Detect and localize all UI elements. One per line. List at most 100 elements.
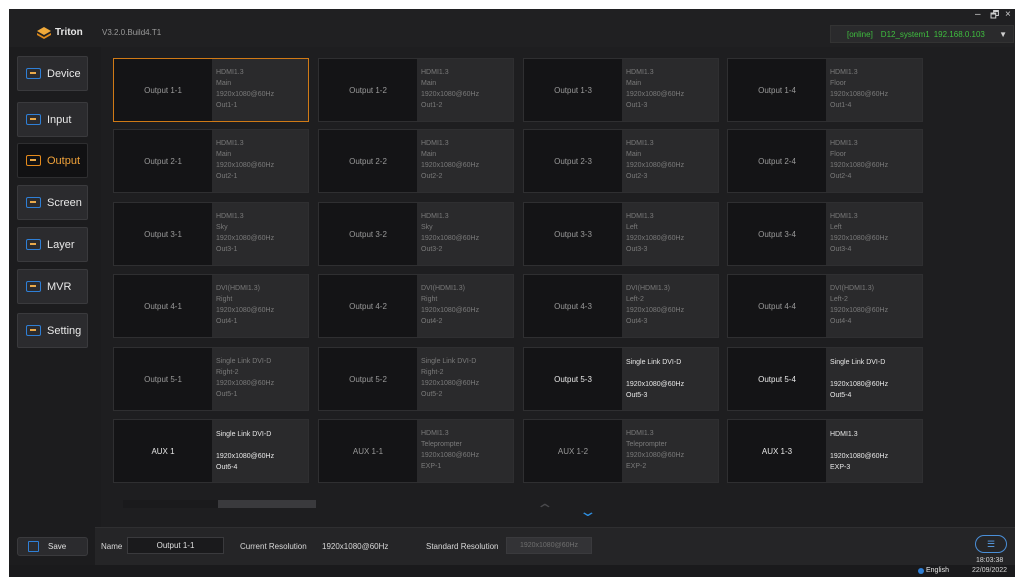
output-card[interactable]: AUX 1-1 HDMI1.3 Teleprompter 1920x1080@60Hz…: [318, 419, 514, 483]
triton-logo-icon: [37, 27, 51, 39]
output-card[interactable]: Output 2-3 HDMI1.3 Main 1920x1080@60Hz Out2-…: [523, 129, 719, 193]
status-bar: English 18:03:38 22/09/2022: [9, 557, 1015, 577]
sidebar-item-mvr[interactable]: MVR: [17, 269, 88, 304]
output-info-line: 1920x1080@60Hz: [830, 91, 889, 98]
output-info-line: HDMI1.3: [626, 213, 654, 220]
scrollbar-thumb[interactable]: [123, 500, 218, 508]
output-info-line: Main: [216, 80, 232, 87]
chevron-down-icon[interactable]: ⌄: [578, 503, 597, 520]
output-card[interactable]: Output 3-3 HDMI1.3 Left 1920x1080@60Hz Out3-…: [523, 202, 719, 266]
output-card[interactable]: Output 1-2 HDMI1.3 Main 1920x1080@60Hz Out1-…: [318, 58, 514, 122]
sidebar-item-output[interactable]: Output: [17, 143, 88, 178]
output-card[interactable]: Output 2-4 HDMI1.3 Floor 1920x1080@60Hz Out2…: [727, 129, 923, 193]
output-name: Output 3-3: [524, 203, 622, 265]
language-selector[interactable]: English: [926, 567, 949, 574]
output-info-line: HDMI1.3: [626, 430, 654, 437]
output-info-line: 1920x1080@60Hz: [216, 380, 275, 387]
device-ip: 192.168.0.103: [933, 29, 985, 39]
chevron-down-icon[interactable]: ▼: [999, 30, 1007, 39]
output-card[interactable]: Output 3-2 HDMI1.3 Sky 1920x1080@60Hz Out3-2: [318, 202, 514, 266]
output-info-line: Main: [626, 151, 642, 158]
sidebar-item-label: Setting: [47, 324, 82, 337]
output-info-line: 1920x1080@60Hz: [421, 380, 480, 387]
horizontal-scrollbar[interactable]: [123, 500, 316, 508]
output-card[interactable]: Output 5-4 Single Link DVI-D 1920x1080@60H…: [727, 347, 923, 411]
output-name: AUX 1-2: [524, 420, 622, 482]
output-info-line: Main: [421, 151, 437, 158]
output-info-line: Right: [421, 296, 438, 303]
output-info-line: HDMI1.3: [216, 213, 244, 220]
current-resolution-label: Current Resolution: [240, 542, 307, 551]
output-info-line: HDMI1.3: [216, 69, 244, 76]
output-info-line: Out2-4: [830, 173, 852, 180]
sidebar-item-input[interactable]: Input: [17, 102, 88, 137]
minimize-button[interactable]: –: [975, 9, 981, 20]
name-label: Name: [101, 542, 123, 551]
output-info-line: 1920x1080@60Hz: [421, 162, 480, 169]
current-resolution-value: 1920x1080@60Hz: [322, 542, 389, 551]
output-info-line: HDMI1.3: [830, 431, 858, 438]
output-info-line: Floor: [830, 80, 846, 87]
output-card[interactable]: Output 3-4 HDMI1.3 Left 1920x1080@60Hz Out3-…: [727, 202, 923, 266]
output-card[interactable]: Output 1-1 HDMI1.3 Main 1920x1080@60Hz Out1-…: [113, 58, 309, 122]
sidebar-item-label: MVR: [47, 280, 72, 293]
sidebar-item-layer[interactable]: Layer: [17, 227, 88, 262]
output-card[interactable]: Output 5-1 Single Link DVI-D Right-2 1920x1…: [113, 347, 309, 411]
sidebar-item-screen[interactable]: Screen: [17, 185, 88, 220]
output-info-line: DVI(HDMI1.3): [421, 285, 465, 292]
output-card[interactable]: Output 4-2 DVI(HDMI1.3) Right 1920x1080@60H…: [318, 274, 514, 338]
chevron-up-icon[interactable]: ⌃: [535, 501, 554, 518]
output-info-line: Single Link DVI-D: [216, 431, 272, 438]
device-selector[interactable]: [online] D12_system1 192.168.0.103 ▼: [830, 25, 1014, 43]
output-card[interactable]: Output 4-1 DVI(HDMI1.3) Right 1920x1080@60H…: [113, 274, 309, 338]
output-card[interactable]: AUX 1-3 HDMI1.3 1920x1080@60Hz EXP-3: [727, 419, 923, 483]
save-button[interactable]: Save: [17, 537, 88, 556]
output-card[interactable]: Output 2-1 HDMI1.3 Main 1920x1080@60Hz Out2-…: [113, 129, 309, 193]
output-info-line: Out1-2: [421, 102, 443, 109]
output-info-line: Right: [216, 296, 233, 303]
output-card[interactable]: Output 1-4 HDMI1.3 Floor 1920x1080@60Hz Out1…: [727, 58, 923, 122]
output-info-line: 1920x1080@60Hz: [421, 307, 480, 314]
output-info: HDMI1.3 Main 1920x1080@60Hz Out1-2: [421, 67, 479, 111]
output-card[interactable]: AUX 1-2 HDMI1.3 Teleprompter 1920x1080@60Hz…: [523, 419, 719, 483]
output-name: Output 1-2: [319, 59, 417, 121]
output-info: HDMI1.3 Main 1920x1080@60Hz Out1-3: [626, 67, 684, 111]
online-status: [online]: [847, 29, 873, 39]
name-input[interactable]: [127, 537, 224, 554]
output-card[interactable]: Output 3-1 HDMI1.3 Sky 1920x1080@60Hz Out3-1: [113, 202, 309, 266]
output-info-line: Single Link DVI-D: [421, 358, 477, 365]
output-info-line: Teleprompter: [421, 441, 462, 448]
maximize-button[interactable]: 🗗: [990, 9, 999, 25]
output-info: Single Link DVI-D 1920x1080@60Hz Out5-4: [830, 357, 888, 401]
output-info-line: 1920x1080@60Hz: [421, 91, 480, 98]
output-card[interactable]: Output 1-3 HDMI1.3 Main 1920x1080@60Hz Out1-…: [523, 58, 719, 122]
output-name: Output 1-1: [114, 59, 212, 121]
save-icon: [28, 541, 39, 552]
output-info-line: DVI(HDMI1.3): [626, 285, 670, 292]
sidebar-item-setting[interactable]: Setting: [17, 313, 88, 348]
output-info-line: EXP-2: [626, 463, 647, 470]
output-name: Output 3-1: [114, 203, 212, 265]
output-info-line: Sky: [216, 224, 228, 231]
output-info-line: HDMI1.3: [421, 430, 449, 437]
close-button[interactable]: ×: [1005, 9, 1011, 20]
output-name: AUX 1-3: [728, 420, 826, 482]
output-card[interactable]: Output 5-3 Single Link DVI-D 1920x1080@60H…: [523, 347, 719, 411]
output-card[interactable]: Output 4-4 DVI(HDMI1.3) Left-2 1920x1080@60…: [727, 274, 923, 338]
standard-resolution-label: Standard Resolution: [426, 542, 499, 551]
output-info: DVI(HDMI1.3) Right 1920x1080@60Hz Out4-1: [216, 283, 274, 327]
output-name: Output 5-4: [728, 348, 826, 410]
sliders-icon[interactable]: ☰: [975, 535, 1007, 553]
output-info-line: HDMI1.3: [830, 69, 858, 76]
output-info-line: [830, 368, 888, 379]
output-card[interactable]: AUX 1 Single Link DVI-D 1920x1080@60Hz Out6…: [113, 419, 309, 483]
output-info-line: 1920x1080@60Hz: [421, 235, 480, 242]
standard-resolution-select[interactable]: [506, 537, 592, 554]
sidebar-item-device[interactable]: Device: [17, 56, 88, 91]
output-name: AUX 1-1: [319, 420, 417, 482]
output-info: DVI(HDMI1.3) Left-2 1920x1080@60Hz Out4-3: [626, 283, 684, 327]
output-card[interactable]: Output 2-2 HDMI1.3 Main 1920x1080@60Hz Out2-…: [318, 129, 514, 193]
output-card[interactable]: Output 5-2 Single Link DVI-D Right-2 1920x1…: [318, 347, 514, 411]
output-info-line: Out3-3: [626, 246, 648, 253]
output-card[interactable]: Output 4-3 DVI(HDMI1.3) Left-2 1920x1080@60…: [523, 274, 719, 338]
